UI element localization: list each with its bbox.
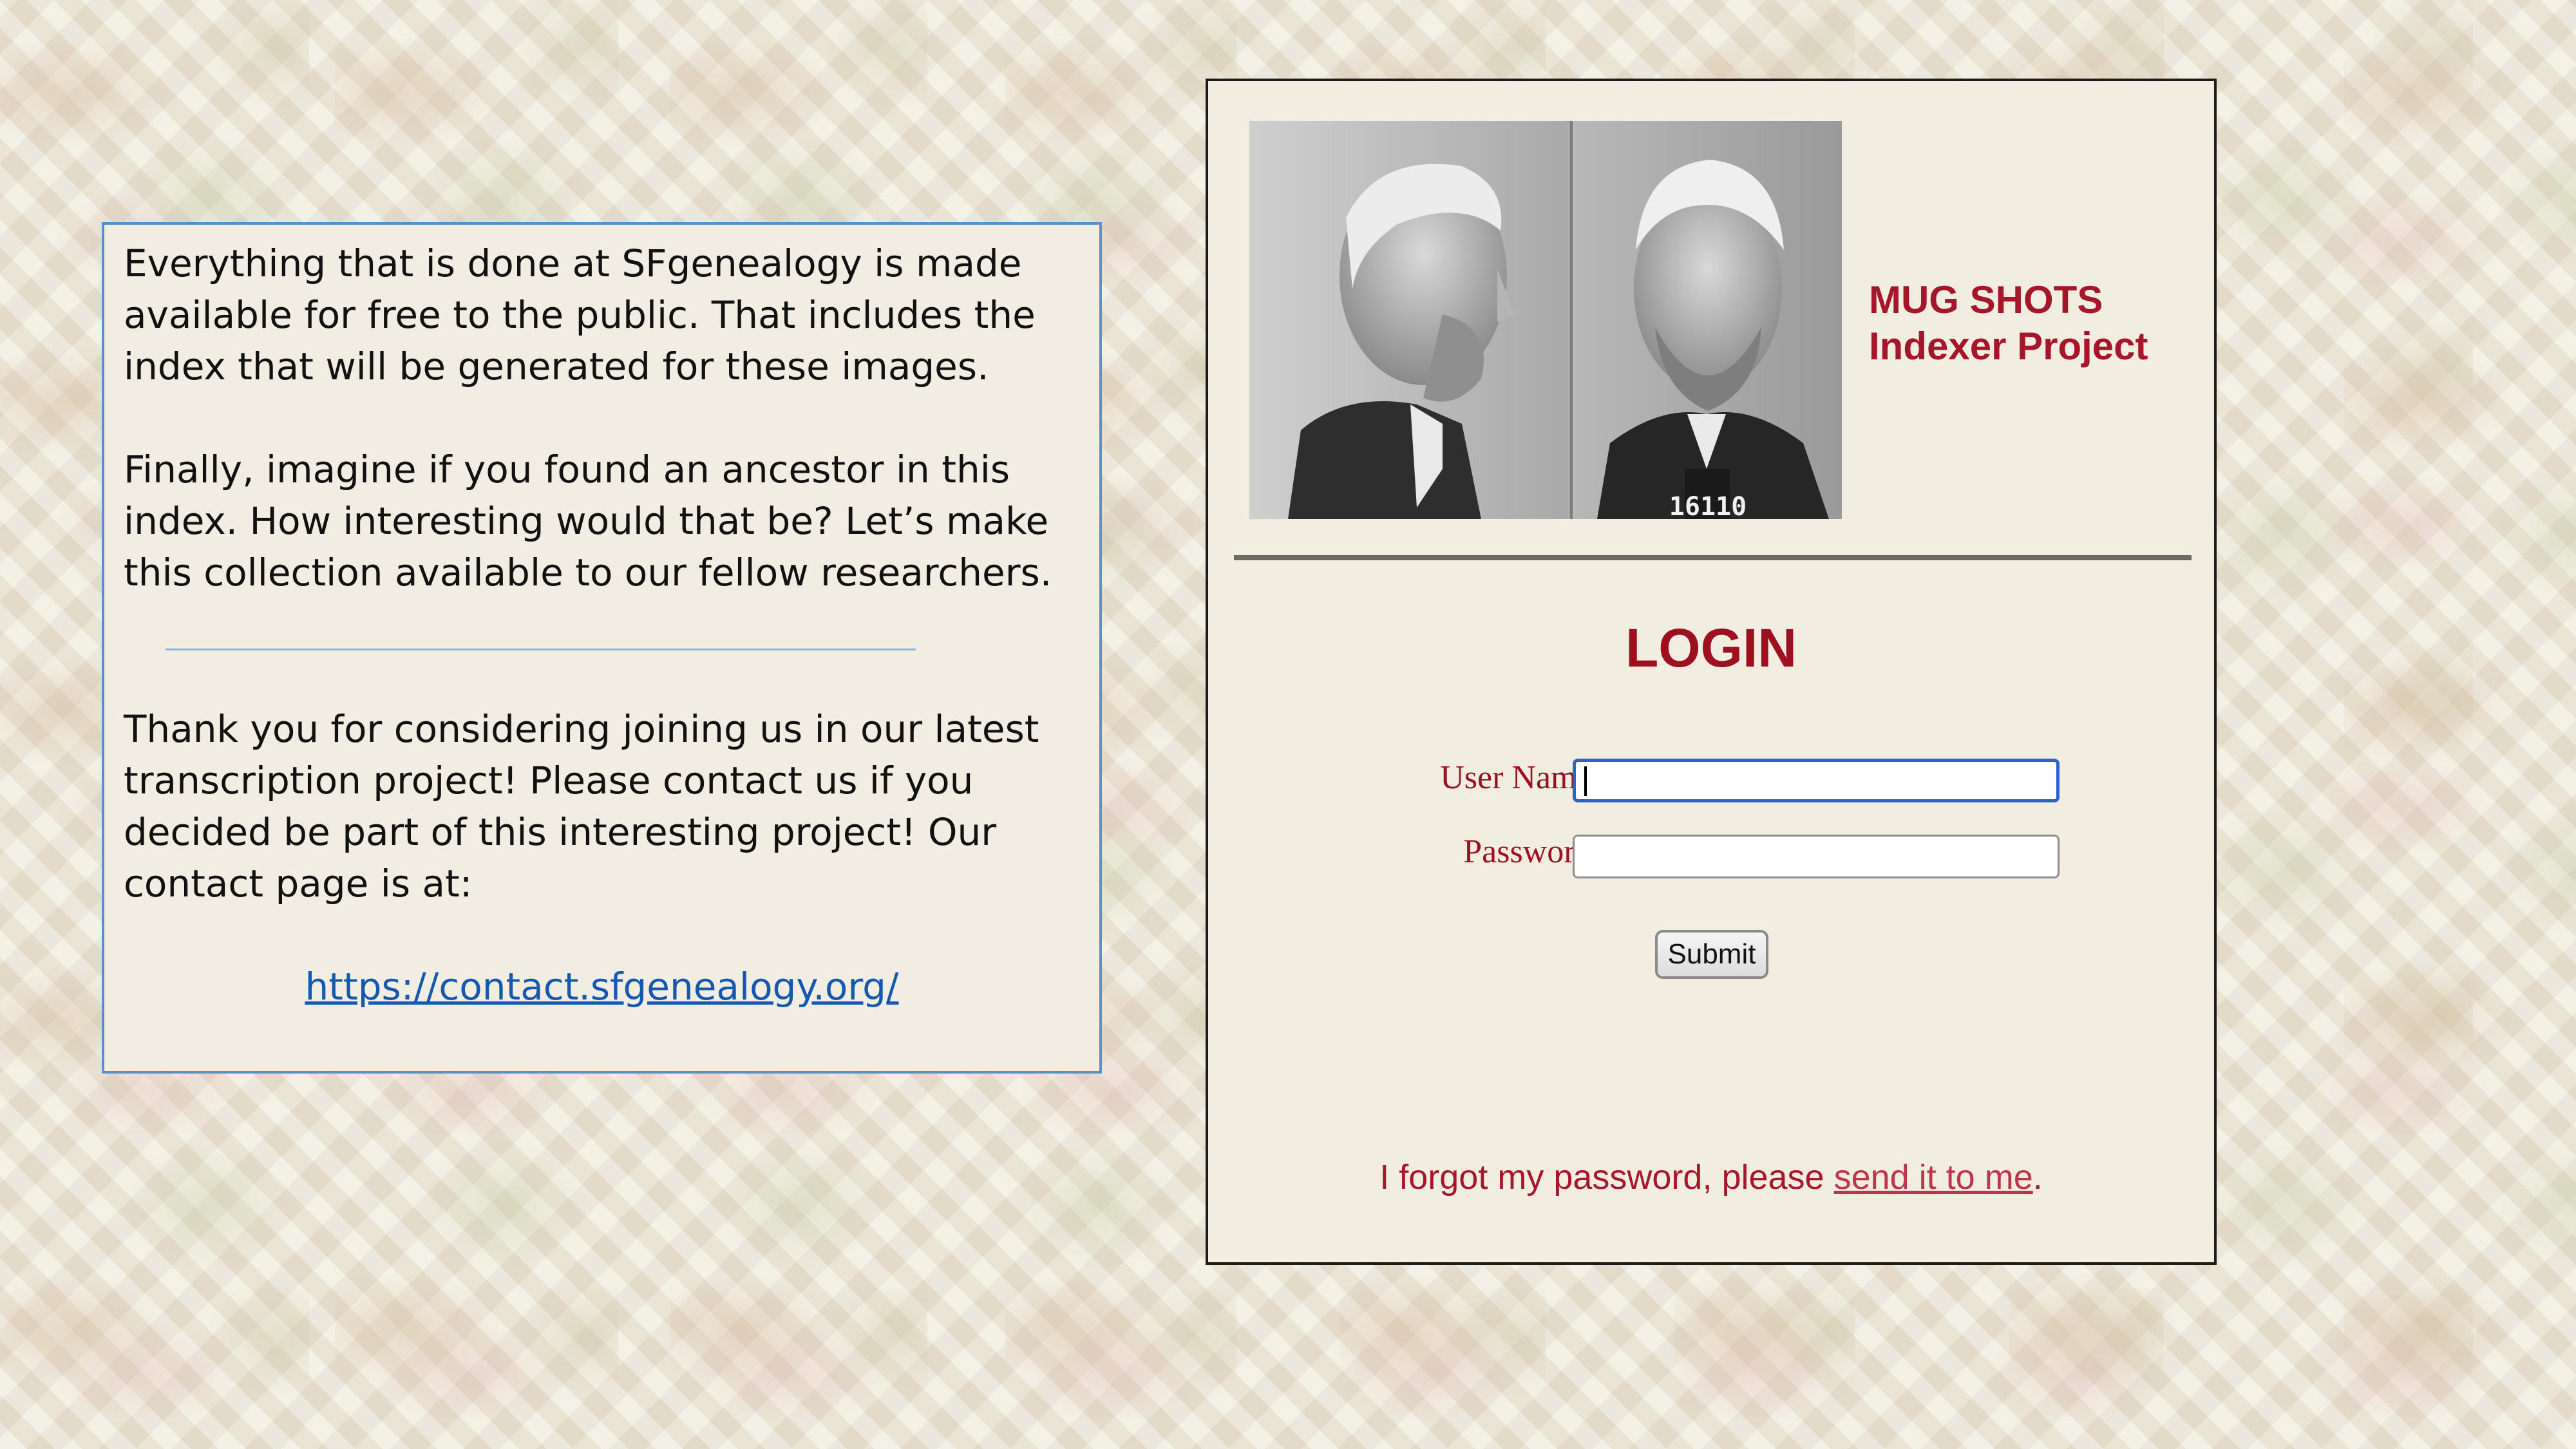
project-title: MUG SHOTS Indexer Project: [1869, 277, 2148, 370]
submit-button[interactable]: Submit: [1655, 930, 1768, 979]
forgot-password-suffix: .: [2032, 1158, 2043, 1197]
info-paragraph-free-access: Everything that is done at SFgenealogy i…: [124, 242, 1036, 388]
project-title-line1: MUG SHOTS: [1869, 278, 2103, 321]
username-label: User Name:: [1440, 759, 1601, 796]
password-input[interactable]: [1573, 835, 2060, 878]
forgot-password-text: I forgot my password, please send it to …: [1208, 1157, 2214, 1198]
panel-divider: [1234, 555, 2192, 560]
contact-page-link[interactable]: https://contact.sfgenealogy.org/: [124, 961, 1080, 1012]
project-title-line2: Indexer Project: [1869, 325, 2148, 368]
info-paragraph-ancestor: Finally, imagine if you found an ancesto…: [124, 448, 1052, 594]
send-password-link[interactable]: send it to me: [1834, 1158, 2033, 1197]
forgot-password-prefix: I forgot my password, please: [1379, 1158, 1834, 1197]
login-panel: 16110 MUG SHOTS Indexer Project LOGIN Us…: [1206, 79, 2217, 1265]
info-divider: [166, 649, 916, 650]
password-label: Password:: [1463, 833, 1601, 870]
photo-id-tag: 16110: [1669, 492, 1747, 519]
info-text-box: Everything that is done at SFgenealogy i…: [102, 222, 1102, 1074]
text-caret: [1584, 766, 1587, 796]
mug-shot-photo: 16110: [1249, 121, 1842, 519]
info-paragraph-thanks: Thank you for considering joining us in …: [124, 707, 1039, 905]
mug-shot-image: 16110: [1249, 121, 1842, 519]
login-heading: LOGIN: [1625, 618, 1797, 678]
username-input[interactable]: [1573, 759, 2060, 802]
